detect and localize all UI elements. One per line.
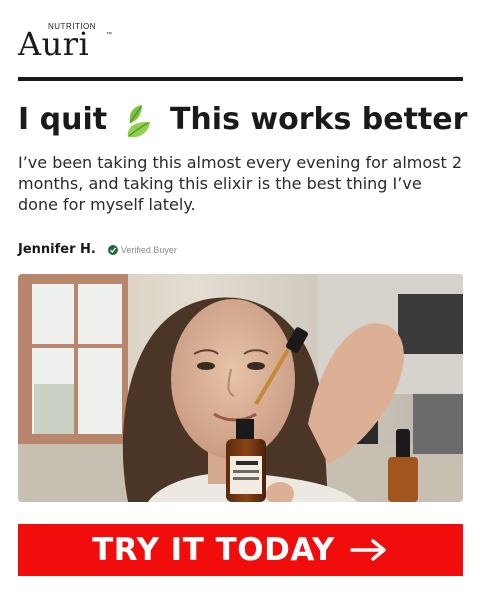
- divider: [18, 77, 463, 81]
- verified-label: Verified Buyer: [120, 244, 177, 255]
- review-text: I’ve been taking this almost every eveni…: [18, 153, 463, 214]
- brand-name: Auri: [18, 25, 90, 63]
- leaf-icon: [122, 101, 156, 141]
- author-name: Jennifer H.: [18, 242, 96, 257]
- try-it-today-button[interactable]: TRY IT TODAY: [18, 524, 463, 576]
- cta-label: TRY IT TODAY: [92, 532, 335, 568]
- review-author: Jennifer H. Verified Buyer: [18, 242, 177, 257]
- headline-part1: I quit: [18, 102, 108, 137]
- arrow-right-icon: [349, 538, 389, 562]
- headline-part2: This works better: [169, 102, 468, 137]
- brand-logo: NUTRITION Auri ™: [18, 22, 118, 62]
- verified-badge: Verified Buyer: [107, 244, 177, 255]
- check-icon: [107, 244, 118, 255]
- brand-trademark: ™: [106, 32, 112, 38]
- headline: I quit This works better: [18, 98, 468, 142]
- testimonial-photo: [18, 274, 463, 502]
